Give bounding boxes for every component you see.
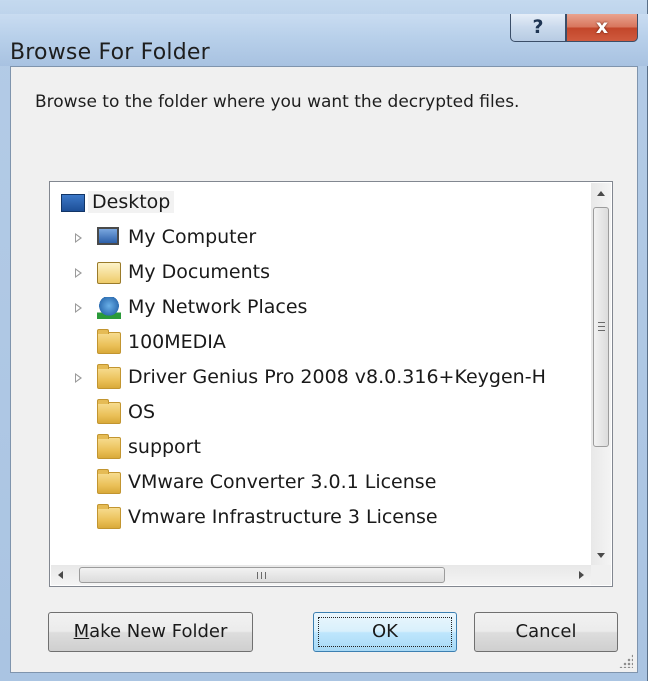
folder-icon — [97, 364, 121, 389]
tree-item-label: Driver Genius Pro 2008 v8.0.316+Keygen-H — [128, 366, 546, 388]
folder-icon — [97, 329, 121, 354]
folder-tree-viewport: Desktop My Computer My Documents My Network… — [51, 183, 591, 565]
folder-icon — [97, 504, 121, 529]
grip-icon — [598, 322, 605, 331]
help-button[interactable]: ? — [510, 14, 566, 42]
tree-item-label: Vmware Infrastructure 3 License — [128, 506, 438, 528]
tree-item[interactable]: Desktop — [51, 186, 591, 221]
tree-item-label: OS — [128, 401, 156, 423]
close-button[interactable]: x — [566, 14, 638, 42]
prompt-text: Browse to the folder where you want the … — [35, 92, 520, 112]
scroll-up-arrow-icon[interactable] — [591, 183, 611, 203]
make-new-folder-button[interactable]: Make New Folder — [48, 612, 253, 652]
folder-icon — [97, 399, 121, 424]
desktop-icon — [61, 194, 85, 212]
title-bar[interactable]: Browse For Folder ? x — [0, 14, 648, 66]
grip-icon — [257, 572, 266, 579]
ok-button[interactable]: OK — [313, 612, 457, 652]
expand-arrow-icon[interactable] — [75, 303, 82, 313]
tree-item-label: My Documents — [128, 261, 271, 283]
expand-arrow-icon[interactable] — [75, 233, 82, 243]
folder-icon — [97, 434, 121, 459]
close-icon: x — [595, 16, 609, 38]
resize-grip-icon[interactable] — [619, 654, 633, 668]
cancel-label: Cancel — [515, 621, 577, 642]
computer-icon — [97, 227, 119, 245]
tree-item[interactable]: My Network Places — [51, 291, 591, 326]
vertical-scroll-thumb[interactable] — [593, 207, 609, 447]
help-icon: ? — [532, 16, 544, 38]
dialog-window: Browse For Folder ? x Browse to the fold… — [0, 0, 648, 681]
expand-arrow-icon[interactable] — [75, 373, 82, 383]
tree-item-label: support — [128, 436, 201, 458]
horizontal-scroll-thumb[interactable] — [79, 567, 445, 583]
horizontal-scrollbar[interactable] — [51, 565, 591, 585]
cancel-button[interactable]: Cancel — [474, 612, 618, 652]
tree-item[interactable]: OS — [51, 396, 591, 431]
window-title: Browse For Folder — [10, 40, 210, 65]
tree-item[interactable]: Vmware Infrastructure 3 License — [51, 501, 591, 536]
scrollbar-corner — [591, 565, 611, 585]
dialog-client-area: Browse to the folder where you want the … — [10, 66, 638, 673]
network-icon — [97, 297, 121, 319]
make-new-folder-label: Make New Folder — [73, 621, 228, 642]
tree-item-label: Desktop — [88, 191, 175, 213]
tree-item-label: VMware Converter 3.0.1 License — [128, 471, 437, 493]
folder-tree[interactable]: Desktop My Computer My Documents My Network… — [49, 181, 613, 587]
tree-item[interactable]: Driver Genius Pro 2008 v8.0.316+Keygen-H — [51, 361, 591, 396]
tree-item-label: 100MEDIA — [128, 331, 226, 353]
tree-item[interactable]: VMware Converter 3.0.1 License — [51, 466, 591, 501]
vertical-scrollbar[interactable] — [591, 183, 611, 565]
tree-item[interactable]: My Computer — [51, 221, 591, 256]
scroll-left-arrow-icon[interactable] — [51, 565, 71, 585]
tree-item[interactable]: 100MEDIA — [51, 326, 591, 361]
scroll-right-arrow-icon[interactable] — [571, 565, 591, 585]
scroll-down-arrow-icon[interactable] — [591, 545, 611, 565]
folder-icon — [97, 469, 121, 494]
tree-item-label: My Computer — [128, 226, 257, 248]
tree-item[interactable]: My Documents — [51, 256, 591, 291]
tree-item-label: My Network Places — [128, 296, 308, 318]
tree-item[interactable]: support — [51, 431, 591, 466]
expand-arrow-icon[interactable] — [75, 268, 82, 278]
documents-icon — [97, 262, 121, 284]
ok-label: OK — [372, 621, 398, 642]
